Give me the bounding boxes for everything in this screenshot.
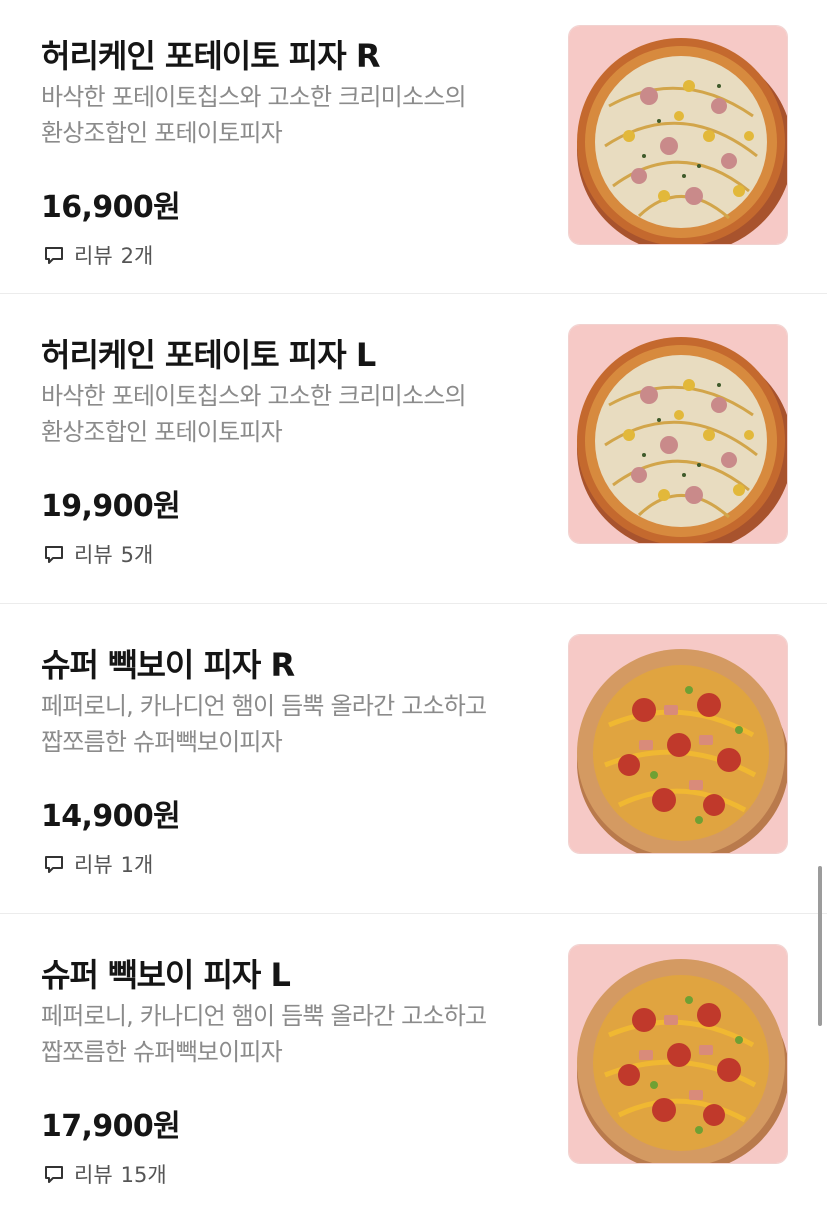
review-count: 15개 [120, 1163, 167, 1187]
menu-item-description: 바삭한 포테이토칩스와 고소한 크리미소스의 환상조합인 포테이토피자 [41, 83, 467, 147]
menu-item[interactable]: 슈퍼 빽보이 피자 R 페퍼로니, 카나디언 햄이 듬뿍 올라간 고소하고 짭쪼… [0, 604, 827, 914]
scrollbar[interactable] [818, 866, 822, 1026]
review-label: 리뷰 [74, 853, 113, 877]
potato-pizza-image [568, 25, 788, 245]
menu-item-review[interactable]: 리뷰 1개 [42, 849, 153, 879]
menu-item-description: 페퍼로니, 카나디언 햄이 듬뿍 올라간 고소하고 짭쪼름한 슈퍼빽보이피자 [41, 692, 487, 756]
menu-item-description: 바삭한 포테이토칩스와 고소한 크리미소스의 환상조합인 포테이토피자 [41, 382, 467, 446]
menu-item-title: 슈퍼 빽보이 피자 R [41, 646, 295, 684]
menu-list: 허리케인 포테이토 피자 R 바삭한 포테이토칩스와 고소한 크리미소스의 환상… [0, 0, 827, 1224]
speech-bubble-icon [45, 247, 63, 264]
menu-item-price: 19,900원 [41, 489, 181, 524]
speech-bubble-icon [45, 546, 63, 563]
menu-item-review[interactable]: 리뷰 2개 [42, 240, 153, 270]
menu-item-review[interactable]: 리뷰 5개 [42, 539, 153, 569]
menu-item-price: 16,900원 [41, 190, 181, 225]
menu-item-price: 14,900원 [41, 799, 181, 834]
menu-item-content: 허리케인 포테이토 피자 R 바삭한 포테이토칩스와 고소한 크리미소스의 환상… [0, 0, 827, 305]
review-count: 1개 [120, 853, 154, 877]
menu-item-title: 슈퍼 빽보이 피자 L [41, 956, 291, 994]
super-paik-boy-pizza-image [568, 634, 788, 854]
menu-item-content: 허리케인 포테이토 피자 L 바삭한 포테이토칩스와 고소한 크리미소스의 환상… [0, 294, 827, 604]
menu-item[interactable]: 허리케인 포테이토 피자 L 바삭한 포테이토칩스와 고소한 크리미소스의 환상… [0, 294, 827, 604]
speech-bubble-icon [45, 856, 63, 873]
menu-item-content: 슈퍼 빽보이 피자 L 페퍼로니, 카나디언 햄이 듬뿍 올라간 고소하고 짭쪼… [0, 914, 827, 1224]
review-label: 리뷰 [74, 543, 113, 567]
review-label: 리뷰 [74, 1163, 113, 1187]
menu-item-title: 허리케인 포테이토 피자 L [41, 336, 376, 374]
super-paik-boy-pizza-image [568, 944, 788, 1164]
menu-item-price: 17,900원 [41, 1109, 181, 1144]
speech-bubble-icon [45, 1166, 63, 1183]
review-label: 리뷰 [74, 244, 113, 268]
review-count: 5개 [120, 543, 154, 567]
menu-item-description: 페퍼로니, 카나디언 햄이 듬뿍 올라간 고소하고 짭쪼름한 슈퍼빽보이피자 [41, 1002, 487, 1066]
menu-item[interactable]: 허리케인 포테이토 피자 R 바삭한 포테이토칩스와 고소한 크리미소스의 환상… [0, 0, 827, 294]
review-count: 2개 [120, 244, 154, 268]
menu-item[interactable]: 슈퍼 빽보이 피자 L 페퍼로니, 카나디언 햄이 듬뿍 올라간 고소하고 짭쪼… [0, 914, 827, 1224]
potato-pizza-image [568, 324, 788, 544]
menu-item-review[interactable]: 리뷰 15개 [42, 1159, 167, 1189]
menu-item-title: 허리케인 포테이토 피자 R [41, 37, 380, 75]
menu-item-content: 슈퍼 빽보이 피자 R 페퍼로니, 카나디언 햄이 듬뿍 올라간 고소하고 짭쪼… [0, 604, 827, 914]
